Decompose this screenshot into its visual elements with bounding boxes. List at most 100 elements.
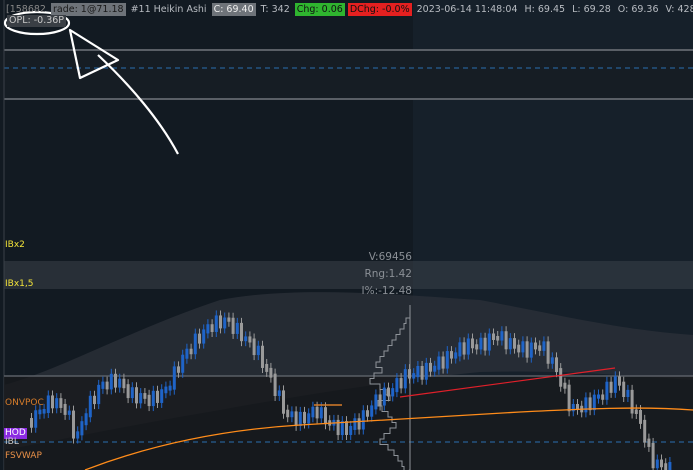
profile-volume-stat: V:69456 [368,251,412,263]
candle-body [105,381,109,390]
candle-body [664,463,668,470]
candle-body [521,341,525,353]
candle-body [290,411,294,418]
candle-body [67,410,71,415]
candle-body [504,331,508,350]
candle-body [307,413,311,424]
candle-body [256,345,260,356]
candle-body [164,386,168,394]
candle-body [198,333,201,344]
candle-body [324,407,327,425]
open-value: O: 69.36 [617,4,659,15]
candle-body [601,394,605,400]
candle-body [206,324,210,334]
candle-body [286,409,290,418]
candle-body [252,338,256,356]
candle-body [626,389,630,398]
candle-body [412,373,416,379]
candle-body [634,409,638,414]
candle-body [647,438,651,447]
candle-body [345,421,348,435]
candle-body [437,356,441,370]
candle-body [651,442,655,469]
candle-body [156,390,159,403]
candle-body [143,393,147,399]
candle-body [408,369,411,379]
change-value: Chg: 0.06 [294,3,345,16]
candle-body [429,362,432,372]
candle-body [88,395,92,418]
candle-body [34,410,38,428]
candle-body [559,368,563,387]
candle-body [584,397,588,413]
candle-body [55,398,59,409]
candle-body [643,419,647,443]
candle-body [118,378,122,388]
candle-body [529,342,533,358]
candle-body [353,418,357,430]
candle-body [265,363,269,372]
candle-body [378,394,382,406]
candle-body [517,344,521,353]
candle-body [231,317,235,334]
candle-body [567,384,571,412]
candle-body [609,381,613,393]
candle-body [433,365,437,372]
candle-body [450,351,453,359]
candle-body [273,373,277,396]
level-ibx2: IBx2 [5,240,25,250]
candle-body [181,354,185,373]
candle-body [534,342,537,350]
candle-body [63,403,67,415]
candle-body [513,338,516,349]
candle-body [240,322,243,342]
candle-body [168,385,172,391]
candle-body [84,413,88,426]
candle-body [458,342,462,357]
candle-body [349,425,353,435]
candle-body [93,395,96,405]
ib-band [4,261,693,289]
candle-body [630,389,634,414]
candle-body [135,387,138,404]
candle-body [660,459,663,468]
candle-body [466,338,470,355]
candle-body [109,373,113,390]
chart-title: #11 Heikin Ashi [130,4,207,15]
candle-body [605,381,609,400]
candle-body [42,408,46,414]
candle-body [214,315,218,332]
candle-body [172,366,176,390]
candle-body [550,357,554,364]
chart-header: [158682 rade: 1@71.18 #11 Heikin Ashi C:… [4,3,693,16]
candle-body [303,411,306,424]
candle-body [101,381,105,389]
candle-body [487,333,491,351]
candle-body [391,388,395,397]
candle-body [382,387,386,406]
price-chart[interactable] [0,0,693,470]
candle-body [248,336,252,343]
candle-body [30,418,33,428]
profile-range-stat: Rng:1.42 [364,268,412,280]
candle-body [160,389,164,403]
low-value: L: 69.28 [572,4,611,15]
candle-body [122,378,126,389]
candle-body [655,459,659,469]
candle-body [639,409,642,424]
candle-body [403,369,407,389]
candle-body [130,387,134,399]
high-value: H: 69.45 [524,4,566,15]
candle-body [471,338,474,349]
candle-body [475,344,479,350]
candle-body [315,406,319,419]
day-change-value: DChg: -0.0% [347,3,412,16]
candle-body [193,333,197,355]
level-ibl: IBL [5,437,19,447]
top-band [0,50,693,100]
candle-body [622,381,626,398]
candle-body [97,384,101,405]
candle-body [269,367,273,378]
level-onvpoc: ONVPOC [5,398,44,408]
candle-body [177,366,180,373]
